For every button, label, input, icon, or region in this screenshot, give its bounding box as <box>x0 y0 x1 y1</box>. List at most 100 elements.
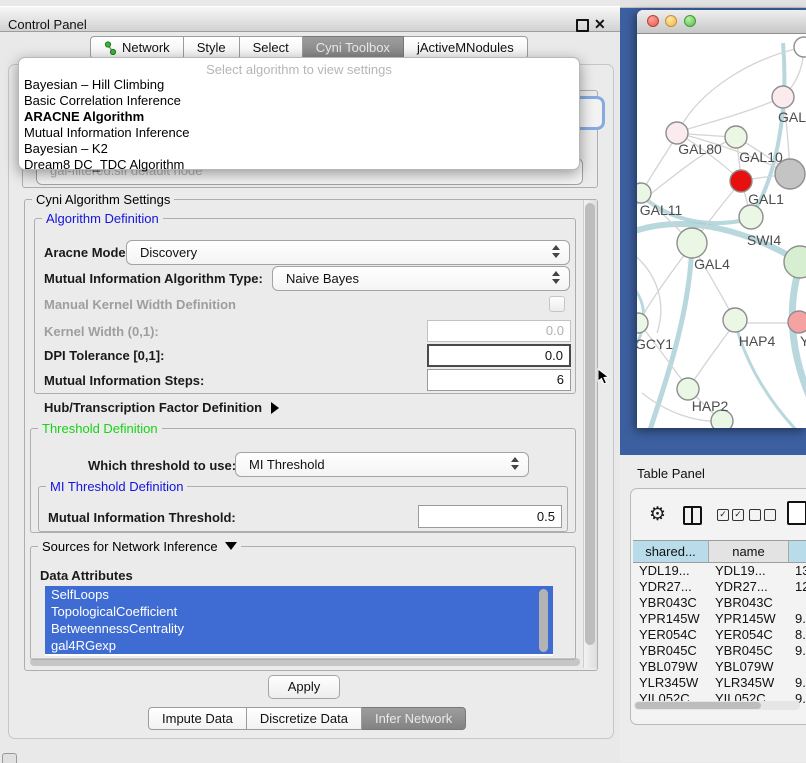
table-cell: YBL079W <box>709 659 789 675</box>
tab-network[interactable]: Network <box>90 36 184 59</box>
dropdown-item-dream8-dc-tdc-algorithm[interactable]: Dream8 DC_TDC Algorithm <box>19 157 579 173</box>
tab-style[interactable]: Style <box>184 36 240 59</box>
network-node-hap2[interactable] <box>677 378 699 400</box>
table-cell: YPR145W <box>709 611 789 627</box>
zoom-traffic-icon[interactable] <box>684 15 696 27</box>
network-node-y[interactable] <box>788 311 806 333</box>
network-node-gal1[interactable] <box>730 170 752 192</box>
gear-icon[interactable]: ⚙ <box>649 503 666 526</box>
table-row[interactable]: YDL19...YDL19...13 <box>633 563 806 579</box>
node-label-hap2: HAP2 <box>692 398 729 414</box>
network-node-swi4[interactable] <box>739 205 763 229</box>
network-node-gal11[interactable] <box>637 183 651 203</box>
network-node-hap4[interactable] <box>723 308 747 332</box>
table-cell <box>789 659 806 675</box>
network-node[interactable] <box>794 37 806 57</box>
table-cell <box>789 595 806 611</box>
close-traffic-icon[interactable] <box>647 15 659 27</box>
node-label-gal4: GAL4 <box>694 256 730 272</box>
dropdown-item-basic-correlation-inference[interactable]: Basic Correlation Inference <box>19 93 579 109</box>
network-icon <box>104 41 117 55</box>
which-threshold-combo[interactable]: MI Threshold <box>235 452 529 477</box>
sources-group-toggle[interactable]: Sources for Network Inference <box>38 539 241 554</box>
attribute-item-betweennesscentrality[interactable]: BetweennessCentrality <box>45 620 553 637</box>
mi-steps-field[interactable]: 6 <box>427 369 571 391</box>
mi-threshold-label: Mutual Information Threshold: <box>48 510 236 525</box>
table-row[interactable]: YPR145WYPR145W9. <box>633 611 806 627</box>
table-cell: YBR043C <box>633 595 709 611</box>
dropdown-item-aracne-algorithm[interactable]: ARACNE Algorithm <box>19 109 579 125</box>
combo-stepper-icon <box>511 457 520 470</box>
table-cell: 13 <box>789 563 806 579</box>
float-window-icon[interactable] <box>576 19 589 32</box>
table-header: shared...nameA <box>633 540 806 563</box>
dropdown-item-bayesian-hill-climbing[interactable]: Bayesian – Hill Climbing <box>19 77 579 93</box>
mi-threshold-field[interactable]: 0.5 <box>418 505 562 528</box>
attribute-item-topologicalcoefficient[interactable]: TopologicalCoefficient <box>45 603 553 620</box>
dropdown-item-mutual-information-inference[interactable]: Mutual Information Inference <box>19 125 579 141</box>
node-label-gal1: GAL1 <box>748 191 784 207</box>
tab-label: Select <box>253 37 289 58</box>
attribute-item-gal4rgexp[interactable]: gal4RGexp <box>45 637 553 654</box>
table-row[interactable]: YBR045CYBR045C9. <box>633 643 806 659</box>
top-strip <box>620 0 806 8</box>
tab-infer-network[interactable]: Infer Network <box>362 707 466 730</box>
deselect-all-icon[interactable] <box>749 509 776 521</box>
network-window-titlebar[interactable] <box>637 10 806 34</box>
attributes-scrollbar-thumb[interactable] <box>539 589 548 652</box>
apply-button[interactable]: Apply <box>268 675 340 699</box>
table-cell: YBL079W <box>633 659 709 675</box>
mi-steps-label: Mutual Information Steps: <box>44 373 204 388</box>
tab-cyni-toolbox[interactable]: Cyni Toolbox <box>303 36 404 59</box>
settings-scrollbar-thumb[interactable] <box>585 203 595 645</box>
kernel-width-field[interactable]: 0.0 <box>427 320 571 342</box>
data-attributes-list[interactable]: SelfLoopsTopologicalCoefficientBetweenne… <box>45 586 553 656</box>
network-node-gal4[interactable] <box>677 228 707 258</box>
table-cell: YER054C <box>709 627 789 643</box>
network-node[interactable] <box>784 246 806 278</box>
table-hscrollbar-thumb[interactable] <box>635 702 761 709</box>
network-node-gal10[interactable] <box>725 126 747 148</box>
network-node-gcy1[interactable] <box>637 313 648 333</box>
tab-select[interactable]: Select <box>240 36 303 59</box>
table-panel-title: Table Panel <box>637 466 705 481</box>
table-row[interactable]: YLR345WYLR345W9. <box>633 675 806 691</box>
control-panel-titlebar[interactable]: Control Panel ✕ <box>0 6 620 32</box>
close-icon[interactable]: ✕ <box>594 16 606 33</box>
network-view-window[interactable]: GALGAL80GAL10GAL1GAL11SWI4GAL4GCY1HAP4YH… <box>637 10 806 428</box>
column-header-shared[interactable]: shared... <box>633 541 709 562</box>
minimize-traffic-icon[interactable] <box>665 15 677 27</box>
table-cell: 9. <box>789 675 806 691</box>
tab-jactivemnodules[interactable]: jActiveMNodules <box>404 36 528 59</box>
new-table-icon[interactable] <box>787 501 806 525</box>
table-row[interactable]: YBL079WYBL079W <box>633 659 806 675</box>
mi-algorithm-type-combo[interactable]: Naive Bayes <box>272 266 570 291</box>
attribute-item-selfloops[interactable]: SelfLoops <box>45 586 553 603</box>
mi-threshold-group-title: MI Threshold Definition <box>46 479 187 494</box>
node-label-gcy1: GCY1 <box>637 336 673 352</box>
column-header-a[interactable]: A <box>789 541 806 562</box>
dropdown-item-bayesian-k2[interactable]: Bayesian – K2 <box>19 141 579 157</box>
table-row[interactable]: YBR043CYBR043C <box>633 595 806 611</box>
dpi-tolerance-field[interactable]: 0.0 <box>427 344 571 367</box>
table-row[interactable]: YDR27...YDR27...12 <box>633 579 806 595</box>
node-table: shared...nameA YDL19...YDL19...13YDR27..… <box>633 540 806 703</box>
network-node-gal[interactable] <box>772 86 794 108</box>
dropdown-prompt: Select algorithm to view settings <box>19 62 579 77</box>
table-row[interactable]: YER054CYER054C8. <box>633 627 806 643</box>
tab-label: Network <box>122 37 170 58</box>
aracne-mode-combo[interactable]: Discovery <box>126 240 570 265</box>
manual-kernel-width-checkbox[interactable] <box>549 296 565 312</box>
table-cell: 12 <box>789 579 806 595</box>
column-layout-icon[interactable] <box>683 506 702 525</box>
table-cell: YER054C <box>633 627 709 643</box>
select-all-icon[interactable]: ✓✓ <box>717 509 744 521</box>
manual-kernel-width-label: Manual Kernel Width Definition <box>44 297 236 312</box>
tab-impute-data[interactable]: Impute Data <box>148 707 247 730</box>
tab-discretize-data[interactable]: Discretize Data <box>247 707 362 730</box>
network-canvas[interactable]: GALGAL80GAL10GAL1GAL11SWI4GAL4GCY1HAP4YH… <box>637 33 806 428</box>
hub-definition-toggle[interactable]: Hub/Transcription Factor Definition <box>44 400 279 415</box>
cyni-algorithm-settings-title: Cyni Algorithm Settings <box>32 192 174 207</box>
column-header-name[interactable]: name <box>709 541 789 562</box>
table-panel-area: Table Panel ⚙ ✓✓ shared...nameA YDL19...… <box>620 455 806 762</box>
